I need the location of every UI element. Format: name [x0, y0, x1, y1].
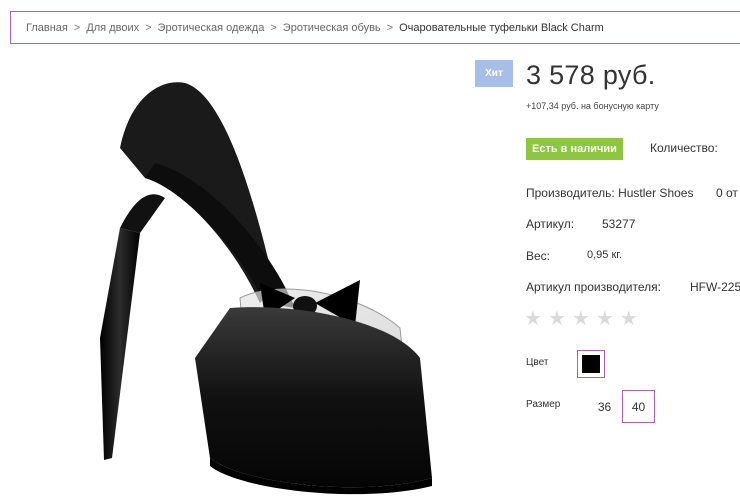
product-image[interactable] — [60, 58, 460, 498]
breadcrumb-separator: > — [270, 21, 277, 34]
star-icon[interactable]: ★ — [572, 307, 590, 331]
breadcrumb-for-two[interactable]: Для двоих — [86, 22, 139, 34]
breadcrumb: Главная > Для двоих > Эротическая одежда… — [10, 11, 740, 44]
color-label: Цвет — [526, 357, 549, 368]
star-icon[interactable]: ★ — [524, 307, 542, 331]
shoe-image — [100, 82, 432, 495]
manufacturer-sku-value: HFW-225 — [690, 280, 740, 294]
rating-stars: ★ ★ ★ ★ ★ — [524, 307, 638, 331]
star-icon[interactable]: ★ — [620, 307, 638, 331]
breadcrumb-current: Очаровательные туфельки Black Charm — [399, 21, 604, 34]
breadcrumb-erotic-shoes[interactable]: Эротическая обувь — [283, 22, 381, 34]
stock-status-badge: Есть в наличии — [526, 138, 623, 160]
star-icon[interactable]: ★ — [596, 307, 614, 331]
star-icon[interactable]: ★ — [548, 307, 566, 331]
weight-value: 0,95 кг. — [587, 249, 623, 261]
quantity-label: Количество: — [650, 141, 718, 155]
size-option-36[interactable]: 36 — [588, 390, 621, 423]
from-label: 0 от — [716, 186, 738, 200]
breadcrumb-home[interactable]: Главная — [26, 22, 68, 34]
product-price: 3 578 руб. — [526, 60, 656, 90]
breadcrumb-separator: > — [73, 21, 81, 34]
manufacturer-sku-label: Артикул производителя: — [526, 280, 661, 294]
size-label: Размер — [526, 399, 561, 410]
hit-badge: Хит — [475, 60, 513, 87]
color-swatch-fill — [582, 355, 600, 373]
breadcrumb-separator: > — [386, 21, 394, 34]
breadcrumb-erotic-clothing[interactable]: Эротическая одежда — [158, 22, 265, 34]
color-swatch-black[interactable] — [577, 350, 605, 378]
breadcrumb-separator: > — [145, 21, 152, 34]
bonus-card-text: +107,34 руб. на бонусную карту — [526, 101, 659, 111]
sku-label: Артикул: — [526, 217, 575, 231]
manufacturer-text: Производитель: Hustler Shoes — [526, 186, 694, 200]
weight-label: Вес: — [526, 249, 551, 263]
size-option-40[interactable]: 40 — [622, 390, 655, 423]
sku-value: 53277 — [602, 217, 636, 231]
